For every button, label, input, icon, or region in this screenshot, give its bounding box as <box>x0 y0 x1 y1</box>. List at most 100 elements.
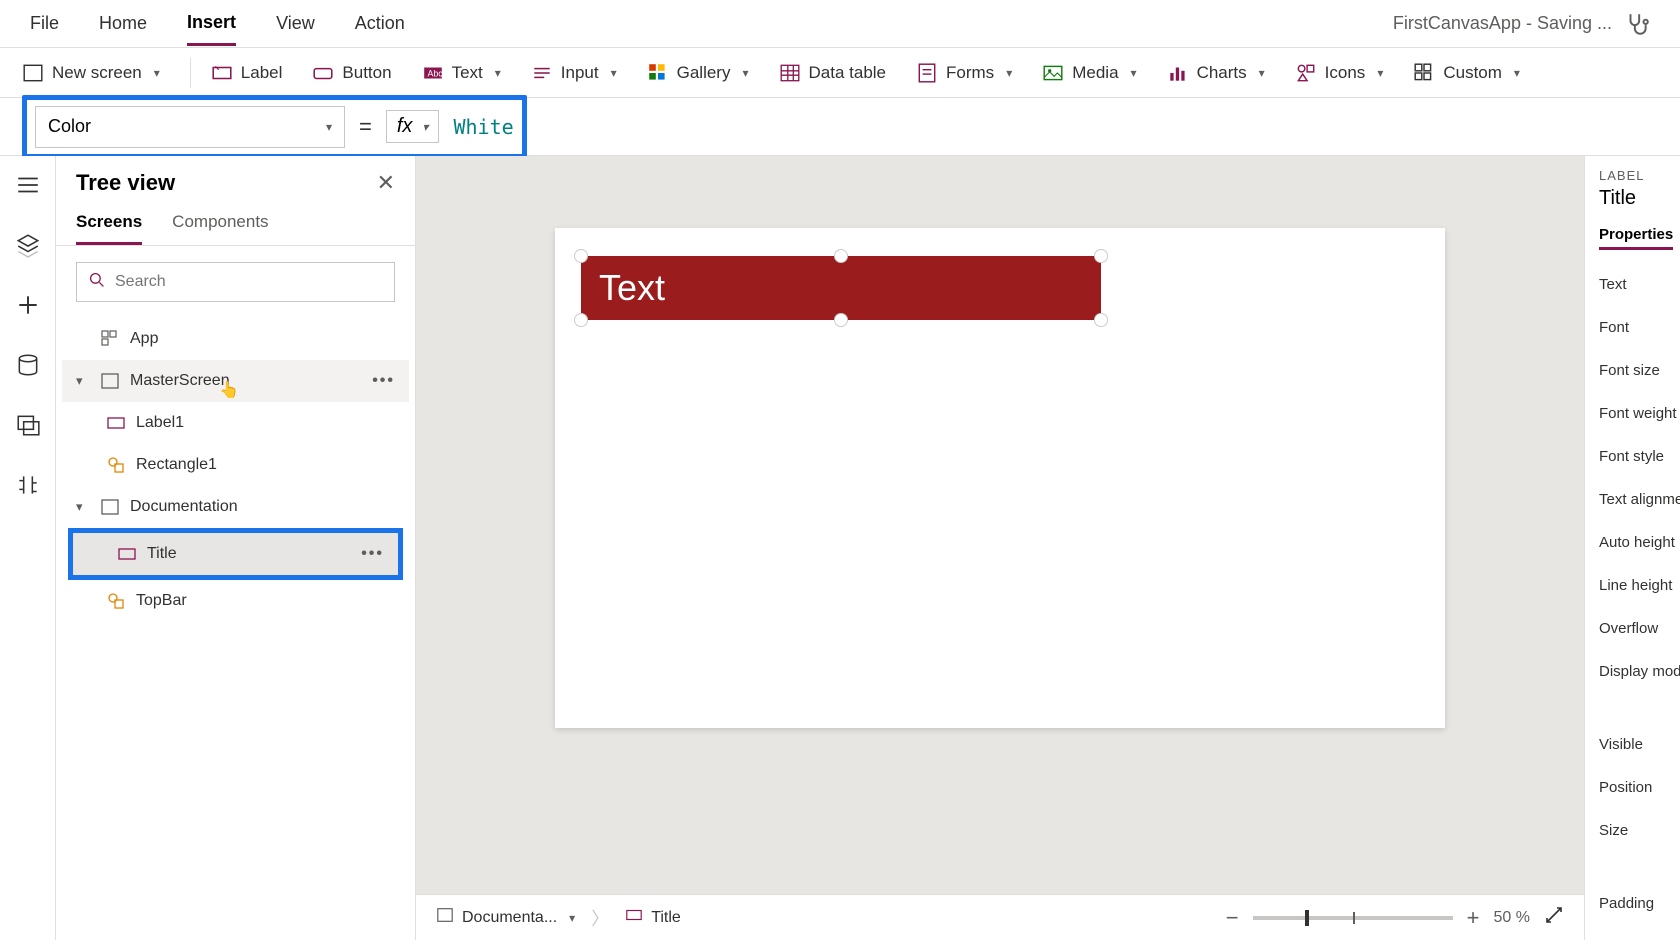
tree-item-app[interactable]: App <box>62 318 409 360</box>
tree-view-icon[interactable] <box>15 232 41 258</box>
insert-ribbon: New screen▾ Label Button Abc Text▾ Input… <box>0 48 1680 98</box>
tab-screens[interactable]: Screens <box>76 212 142 245</box>
tree-item-label: Rectangle1 <box>136 456 217 474</box>
button-button[interactable]: Button <box>312 62 391 84</box>
button-icon <box>312 62 334 84</box>
prop-font-style[interactable]: Font style <box>1599 448 1666 465</box>
charts-button[interactable]: Charts▾ <box>1167 62 1265 84</box>
formula-highlight: Color ▾ = fx▾ White <box>22 95 527 159</box>
tree-item-label: App <box>130 330 158 348</box>
tree-item-rectangle1[interactable]: Rectangle1 <box>62 444 409 486</box>
breadcrumb-label: Title <box>651 909 681 927</box>
media-button[interactable]: Media▾ <box>1042 62 1136 84</box>
menu-view[interactable]: View <box>276 3 315 44</box>
custom-icon <box>1413 62 1435 84</box>
media-pane-icon[interactable] <box>15 412 41 438</box>
prop-text-align[interactable]: Text alignme <box>1599 491 1666 508</box>
advanced-tools-icon[interactable] <box>15 472 41 498</box>
prop-padding[interactable]: Padding <box>1599 895 1666 912</box>
breadcrumb-control[interactable]: Title <box>625 906 681 929</box>
tree-item-topbar[interactable]: TopBar <box>62 580 409 622</box>
more-icon[interactable]: ••• <box>361 545 384 563</box>
new-screen-label: New screen <box>52 63 142 83</box>
chevron-down-icon: ▾ <box>422 120 428 134</box>
prop-position[interactable]: Position <box>1599 779 1666 796</box>
icons-button[interactable]: Icons▾ <box>1295 62 1384 84</box>
formula-value[interactable]: White <box>453 115 513 139</box>
property-dropdown[interactable]: Color ▾ <box>35 106 345 148</box>
cursor-icon: 👆 <box>219 380 239 400</box>
chevron-down-icon[interactable]: ▾ <box>76 373 90 389</box>
fx-button[interactable]: fx▾ <box>386 110 440 143</box>
zoom-in-button[interactable]: + <box>1467 905 1480 931</box>
prop-visible[interactable]: Visible <box>1599 736 1666 753</box>
tree-item-label: MasterScreen <box>130 372 230 390</box>
zoom-out-button[interactable]: − <box>1226 905 1239 931</box>
gallery-icon <box>647 62 669 84</box>
app-checker-icon[interactable] <box>1624 11 1650 37</box>
resize-handle[interactable] <box>1094 249 1108 263</box>
label-icon <box>211 62 233 84</box>
canvas[interactable]: Text Documenta... ▾ 〉 Title − <box>416 156 1584 940</box>
chevron-down-icon: ▾ <box>611 66 617 80</box>
prop-font-weight[interactable]: Font weight <box>1599 405 1666 422</box>
fit-screen-icon[interactable] <box>1544 905 1564 930</box>
chevron-down-icon[interactable]: ▾ <box>76 499 90 515</box>
text-button[interactable]: Abc Text▾ <box>422 62 501 84</box>
menu-action[interactable]: Action <box>355 3 405 44</box>
icons-icon <box>1295 62 1317 84</box>
resize-handle[interactable] <box>1094 313 1108 327</box>
tree-search[interactable] <box>76 262 395 302</box>
search-icon <box>89 272 105 293</box>
custom-button[interactable]: Custom▾ <box>1413 62 1520 84</box>
input-button[interactable]: Input▾ <box>531 62 617 84</box>
more-icon[interactable]: ••• <box>372 372 395 390</box>
tree-item-title[interactable]: Title ••• <box>73 533 398 575</box>
resize-handle[interactable] <box>834 313 848 327</box>
tree-search-input[interactable] <box>115 273 382 291</box>
prop-font[interactable]: Font <box>1599 319 1666 336</box>
prop-overflow[interactable]: Overflow <box>1599 620 1666 637</box>
chevron-down-icon[interactable]: ▾ <box>569 911 575 925</box>
hamburger-icon[interactable] <box>15 172 41 198</box>
tree-item-label1[interactable]: Label1 <box>62 402 409 444</box>
prop-line-height[interactable]: Line height <box>1599 577 1666 594</box>
data-table-label: Data table <box>809 63 887 83</box>
button-button-label: Button <box>342 63 391 83</box>
gallery-button[interactable]: Gallery▾ <box>647 62 749 84</box>
screen-icon <box>22 62 44 84</box>
zoom-slider[interactable] <box>1253 916 1453 920</box>
resize-handle[interactable] <box>574 313 588 327</box>
forms-button[interactable]: Forms▾ <box>916 62 1012 84</box>
title-label-control[interactable]: Text <box>581 256 1101 320</box>
breadcrumb-screen[interactable]: Documenta... ▾ <box>436 906 575 929</box>
data-table-button[interactable]: Data table <box>779 62 887 84</box>
prop-size[interactable]: Size <box>1599 822 1666 839</box>
tab-properties[interactable]: Properties <box>1599 226 1673 250</box>
tree-item-masterscreen[interactable]: ▾ MasterScreen ••• 👆 <box>62 360 409 402</box>
menu-home[interactable]: Home <box>99 3 147 44</box>
chevron-down-icon: ▾ <box>1259 66 1265 80</box>
resize-handle[interactable] <box>834 249 848 263</box>
tree-item-documentation[interactable]: ▾ Documentation <box>62 486 409 528</box>
breadcrumb-bar: Documenta... ▾ 〉 Title − + 50 % <box>416 894 1584 940</box>
label-button-label: Label <box>241 63 283 83</box>
prop-display-mode[interactable]: Display mod <box>1599 663 1666 680</box>
label-button[interactable]: Label <box>211 62 283 84</box>
menu-insert[interactable]: Insert <box>187 2 236 46</box>
close-icon[interactable]: ✕ <box>377 170 395 196</box>
prop-text[interactable]: Text <box>1599 276 1666 293</box>
screen-preview[interactable]: Text <box>555 228 1445 728</box>
zoom-thumb[interactable] <box>1305 910 1309 926</box>
prop-auto-height[interactable]: Auto height <box>1599 534 1666 551</box>
tab-components[interactable]: Components <box>172 212 268 245</box>
app-icon <box>100 329 120 349</box>
menu-file[interactable]: File <box>30 3 59 44</box>
resize-handle[interactable] <box>574 249 588 263</box>
chevron-down-icon: ▾ <box>742 66 748 80</box>
prop-font-size[interactable]: Font size <box>1599 362 1666 379</box>
shape-icon <box>106 591 126 611</box>
data-icon[interactable] <box>15 352 41 378</box>
insert-pane-icon[interactable] <box>15 292 41 318</box>
new-screen-button[interactable]: New screen▾ <box>22 62 160 84</box>
